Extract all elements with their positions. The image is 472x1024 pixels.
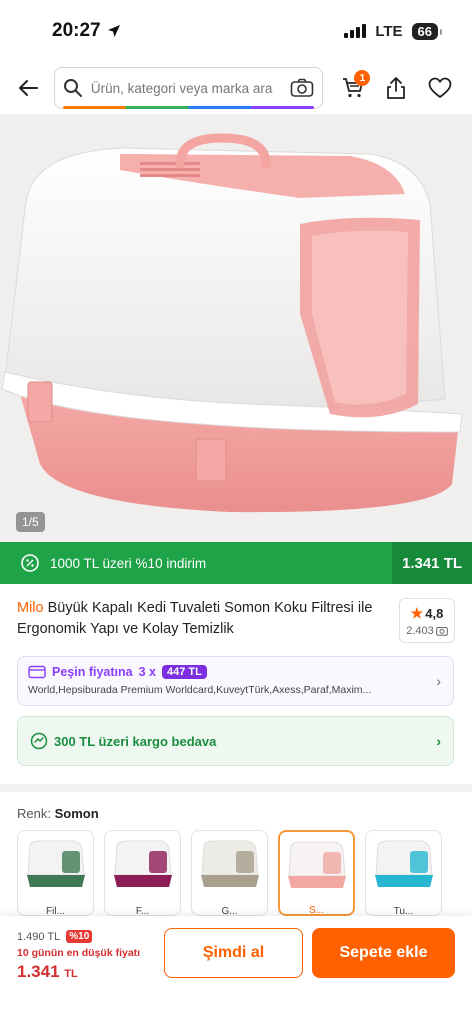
installment-amount: 447 TL (161, 665, 207, 679)
product-name: Büyük Kapalı Kedi Tuvaleti Somon Koku Fi… (17, 600, 373, 637)
review-count-row: 2.403 (406, 625, 448, 637)
status-bar: 20:27 LTE 66 (0, 0, 472, 62)
product-page: 20:27 LTE 66 Ürün, kategori veya marka a… (0, 0, 472, 1024)
battery-icon: 66 (411, 22, 443, 40)
free-shipping-card[interactable]: 300 TL üzeri kargo bedava › (17, 716, 454, 766)
chevron-right-icon: › (436, 673, 441, 689)
swatch-image (374, 840, 433, 887)
product-title: Milo Büyük Kapalı Kedi Tuvaleti Somon Ko… (17, 598, 387, 640)
installment-card[interactable]: Peşin fiyatına 3 x 447 TL World,Hepsibur… (17, 656, 454, 706)
discount-badge-icon (21, 554, 39, 572)
discount-text-group: 1000 TL üzeri %10 indirim (0, 553, 392, 573)
rating-value: 4,8 (425, 605, 444, 621)
network-label: LTE (375, 22, 403, 40)
buy-now-button[interactable]: Şimdi al (164, 928, 303, 978)
installment-cards: World,Hepsiburada Premium Worldcard,Kuve… (28, 684, 372, 696)
color-option-label: F... (135, 906, 150, 916)
currency-label: TL (64, 968, 78, 980)
signal-icon (344, 24, 367, 38)
discounted-price: 1.341 TL (392, 542, 472, 584)
swatch-image (200, 840, 259, 887)
star-icon: ★ (410, 604, 424, 621)
add-to-cart-button[interactable]: Sepete ekle (312, 928, 455, 978)
lowest-price-note: 10 günün en düşük fiyatı (17, 947, 141, 959)
color-option-label: Tu... (393, 906, 414, 916)
color-option[interactable]: Tu... (365, 830, 442, 916)
arrow-left-icon (18, 80, 38, 96)
color-option[interactable]: Fil... (17, 830, 94, 916)
favorite-button[interactable] (418, 66, 462, 110)
clock-text: 20:27 (52, 20, 101, 41)
photo-icon (435, 626, 448, 636)
review-count: 2.403 (406, 624, 434, 637)
discount-percent-badge: %10 (66, 930, 93, 943)
search-icon (63, 79, 82, 97)
color-option[interactable]: F... (104, 830, 181, 916)
rating-box[interactable]: ★ 4,8 2.403 (399, 598, 455, 643)
swatch-image (287, 841, 346, 888)
installment-row: Peşin fiyatına 3 x 447 TL (28, 665, 425, 679)
image-counter: 1/5 (16, 512, 45, 532)
installment-label: Peşin fiyatına (52, 665, 133, 679)
selected-color: Somon (54, 806, 99, 821)
top-header: Ürün, kategori veya marka ara 1 (0, 62, 472, 114)
section-divider (0, 784, 472, 792)
old-price: 1.490 TL (17, 930, 61, 943)
camera-icon[interactable] (290, 78, 314, 98)
shipping-icon (30, 732, 48, 750)
bottom-purchase-bar: 1.490 TL %10 10 günün en düşük fiyatı 1.… (0, 916, 472, 1024)
product-image-gallery[interactable]: 1/5 (0, 114, 472, 542)
search-accent-line (62, 106, 314, 109)
search-input[interactable]: Ürün, kategori veya marka ara (53, 67, 323, 109)
old-price-row: 1.490 TL %10 (17, 930, 93, 943)
installment-count: 3 x (138, 665, 156, 679)
brand-link[interactable]: Milo (17, 600, 44, 616)
color-option-selected[interactable]: S... (278, 830, 355, 916)
share-icon (387, 77, 406, 99)
current-price-value: 1.341 (17, 962, 60, 981)
share-button[interactable] (374, 66, 418, 110)
color-option-label: G... (221, 906, 238, 916)
location-arrow-icon (107, 25, 120, 37)
shipping-text: 300 TL üzeri kargo bedava (54, 733, 217, 749)
status-right: LTE 66 (344, 22, 443, 40)
color-option-label: Fil... (46, 906, 65, 916)
back-button[interactable] (10, 70, 46, 106)
color-option-label: S... (308, 905, 324, 916)
color-option[interactable]: G... (191, 830, 268, 916)
cart-count-badge: 1 (354, 70, 371, 86)
battery-level: 66 (417, 23, 432, 39)
color-options: Fil... F... G... S... Tu... (17, 830, 442, 916)
status-time: 20:27 (52, 20, 121, 42)
credit-card-icon (28, 665, 46, 679)
discount-text: 1000 TL üzeri %10 indirim (50, 555, 207, 571)
discount-banner[interactable]: 1000 TL üzeri %10 indirim 1.341 TL (0, 542, 472, 584)
swatch-image (113, 840, 172, 887)
heart-icon (428, 77, 452, 98)
product-image (1, 133, 463, 513)
search-placeholder: Ürün, kategori veya marka ara (90, 80, 273, 96)
color-label-text: Renk: (17, 806, 51, 821)
chevron-right-icon: › (436, 733, 441, 749)
swatch-image (26, 840, 85, 887)
cart-button[interactable]: 1 (331, 66, 375, 110)
color-label: Renk: Somon (17, 806, 99, 821)
current-price: 1.341 TL (17, 962, 78, 982)
rating-value-row: ★ 4,8 (411, 605, 444, 622)
